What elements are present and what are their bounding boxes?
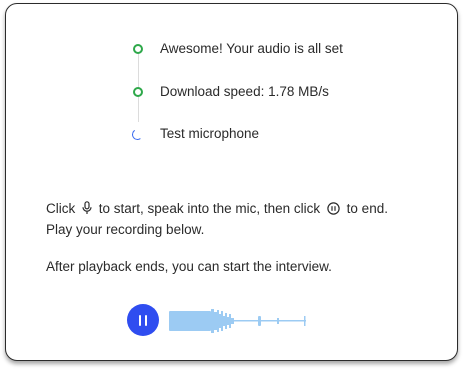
instruction-line-2: Play your recording below. xyxy=(46,222,205,237)
audio-waveform-icon[interactable] xyxy=(169,308,319,334)
step-label-audio: Awesome! Your audio is all set xyxy=(160,41,343,56)
check-circle-icon xyxy=(133,87,143,97)
pause-button[interactable] xyxy=(127,304,159,336)
instruction-text: Click xyxy=(46,201,76,216)
instruction-text: to start, speak into the mic, then click xyxy=(98,201,321,216)
instruction-text: to end. xyxy=(346,201,388,216)
pause-icon xyxy=(138,314,142,326)
pause-circle-icon xyxy=(327,202,340,218)
pause-icon-bar xyxy=(144,314,148,326)
microphone-icon xyxy=(82,201,92,218)
step-label-download-speed: Download speed: 1.78 MB/s xyxy=(160,84,329,99)
instruction-line-1: Click to start, speak into the mic, then… xyxy=(46,201,388,218)
instruction-line-3: After playback ends, you can start the i… xyxy=(46,259,332,274)
step-label-test-microphone: Test microphone xyxy=(160,126,260,141)
check-circle-icon xyxy=(133,44,143,54)
mic-check-card: Awesome! Your audio is all set Download … xyxy=(5,3,458,361)
spinner-icon xyxy=(131,128,144,141)
